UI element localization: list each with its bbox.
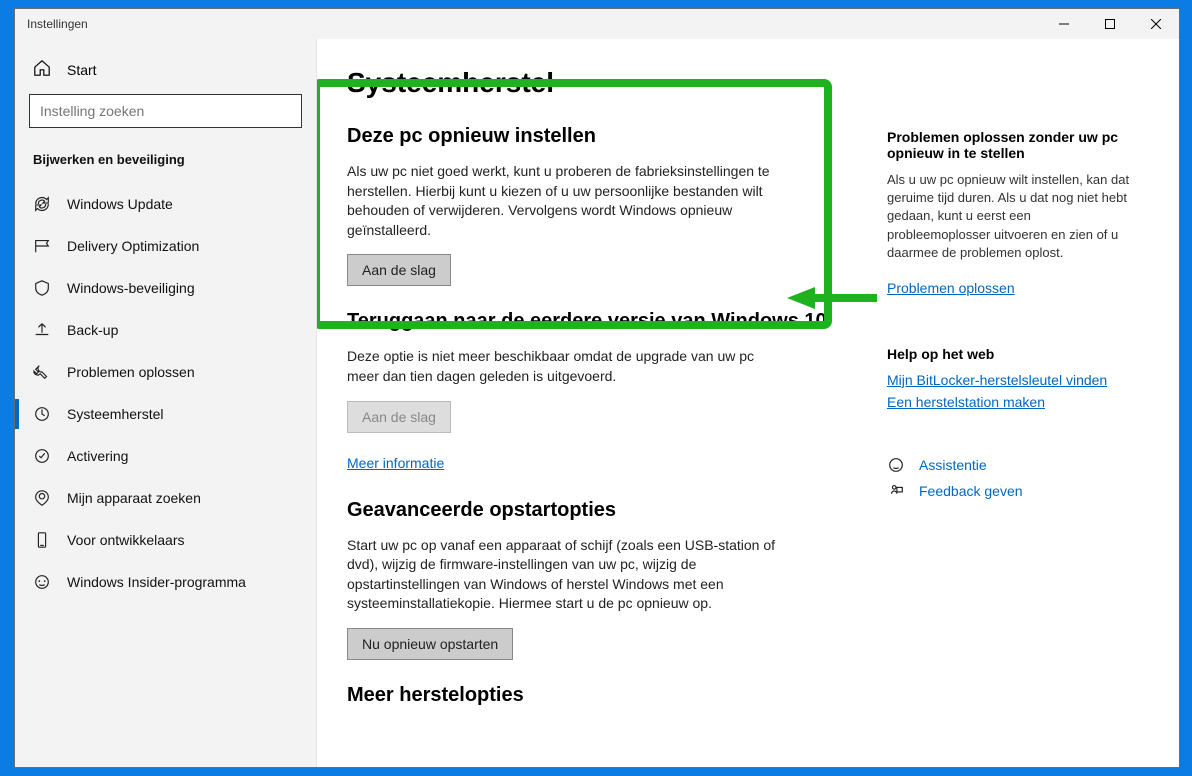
annotation-arrow <box>787 285 877 311</box>
sidebar-item-label: Systeemherstel <box>67 406 163 422</box>
tip-text: Als u uw pc opnieuw wilt instellen, kan … <box>887 171 1137 262</box>
goback-get-started-button: Aan de slag <box>347 401 451 433</box>
sidebar-item-shield[interactable]: Windows-beveiliging <box>15 267 316 309</box>
backup-icon <box>33 321 51 339</box>
main-area: Systeemherstel Deze pc opnieuw instellen… <box>317 39 1179 767</box>
sidebar-group-title: Bijwerken en beveiliging <box>15 146 316 183</box>
delivery-icon <box>33 237 51 255</box>
sidebar-item-label: Problemen oplossen <box>67 364 195 380</box>
advanced-text: Start uw pc op vanaf een apparaat of sch… <box>347 536 787 614</box>
sidebar-item-label: Voor ontwikkelaars <box>67 532 185 548</box>
assist-icon <box>887 456 905 474</box>
advanced-restart-button[interactable]: Nu opnieuw opstarten <box>347 628 513 660</box>
shield-icon <box>33 279 51 297</box>
goback-section: Teruggaan naar de eerdere versie van Win… <box>347 310 847 474</box>
help-link[interactable]: Een herstelstation maken <box>887 394 1151 410</box>
home-icon <box>33 59 51 80</box>
insider-icon <box>33 573 51 591</box>
window-title: Instellingen <box>27 17 88 31</box>
sidebar-item-label: Activering <box>67 448 128 464</box>
sidebar-nav: Windows Update Delivery Optimization Win… <box>15 183 316 603</box>
sidebar-item-sync[interactable]: Windows Update <box>15 183 316 225</box>
reset-section: Deze pc opnieuw instellen Als uw pc niet… <box>347 125 847 286</box>
settings-window: Instellingen Start Bijwerken en beveilig… <box>14 8 1180 768</box>
window-controls <box>1041 9 1179 39</box>
tip-link[interactable]: Problemen oplossen <box>887 280 1015 296</box>
sidebar-item-activation[interactable]: Activering <box>15 435 316 477</box>
advanced-heading: Geavanceerde opstartopties <box>347 499 847 522</box>
titlebar: Instellingen <box>15 9 1179 39</box>
support-item-label: Feedback geven <box>919 483 1023 499</box>
sync-icon <box>33 195 51 213</box>
sidebar-item-insider[interactable]: Windows Insider-programma <box>15 561 316 603</box>
reset-get-started-button[interactable]: Aan de slag <box>347 254 451 286</box>
maximize-button[interactable] <box>1087 9 1133 39</box>
advanced-section: Geavanceerde opstartopties Start uw pc o… <box>347 499 847 660</box>
reset-heading: Deze pc opnieuw instellen <box>347 125 847 148</box>
sidebar-item-label: Windows-beveiliging <box>67 280 195 296</box>
sidebar-item-dev[interactable]: Voor ontwikkelaars <box>15 519 316 561</box>
sidebar-item-troubleshoot[interactable]: Problemen oplossen <box>15 351 316 393</box>
sidebar-item-find[interactable]: Mijn apparaat zoeken <box>15 477 316 519</box>
minimize-button[interactable] <box>1041 9 1087 39</box>
page-title: Systeemherstel <box>347 67 847 99</box>
support-item-assist[interactable]: Assistentie <box>887 456 1151 474</box>
feedback-icon <box>887 482 905 500</box>
activation-icon <box>33 447 51 465</box>
close-button[interactable] <box>1133 9 1179 39</box>
find-icon <box>33 489 51 507</box>
goback-text: Deze optie is niet meer beschikbaar omda… <box>347 347 787 386</box>
recovery-icon <box>33 405 51 423</box>
help-link[interactable]: Mijn BitLocker-herstelsleutel vinden <box>887 372 1151 388</box>
reset-text: Als uw pc niet goed werkt, kunt u prober… <box>347 162 787 240</box>
support-item-feedback[interactable]: Feedback geven <box>887 482 1151 500</box>
sidebar-item-recovery[interactable]: Systeemherstel <box>15 393 316 435</box>
sidebar-item-label: Delivery Optimization <box>67 238 199 254</box>
more-options-heading: Meer herstelopties <box>347 684 847 707</box>
sidebar-item-label: Windows Insider-programma <box>67 574 246 590</box>
sidebar-item-backup[interactable]: Back-up <box>15 309 316 351</box>
window-body: Start Bijwerken en beveiliging Windows U… <box>15 39 1179 767</box>
troubleshoot-icon <box>33 363 51 381</box>
sidebar-home[interactable]: Start <box>15 49 316 90</box>
sidebar-item-label: Back-up <box>67 322 118 338</box>
sidebar-home-label: Start <box>67 62 97 78</box>
tip-heading: Problemen oplossen zonder uw pc opnieuw … <box>887 129 1151 161</box>
dev-icon <box>33 531 51 549</box>
sidebar-item-label: Windows Update <box>67 196 173 212</box>
support-item-label: Assistentie <box>919 457 987 473</box>
sidebar: Start Bijwerken en beveiliging Windows U… <box>15 39 317 767</box>
right-column: Problemen oplossen zonder uw pc opnieuw … <box>877 39 1179 767</box>
help-heading: Help op het web <box>887 346 1151 362</box>
sidebar-item-delivery[interactable]: Delivery Optimization <box>15 225 316 267</box>
goback-heading: Teruggaan naar de eerdere versie van Win… <box>347 310 847 333</box>
search-input[interactable] <box>29 94 302 128</box>
sidebar-item-label: Mijn apparaat zoeken <box>67 490 201 506</box>
goback-more-info-link[interactable]: Meer informatie <box>347 455 444 471</box>
content: Systeemherstel Deze pc opnieuw instellen… <box>317 39 877 767</box>
